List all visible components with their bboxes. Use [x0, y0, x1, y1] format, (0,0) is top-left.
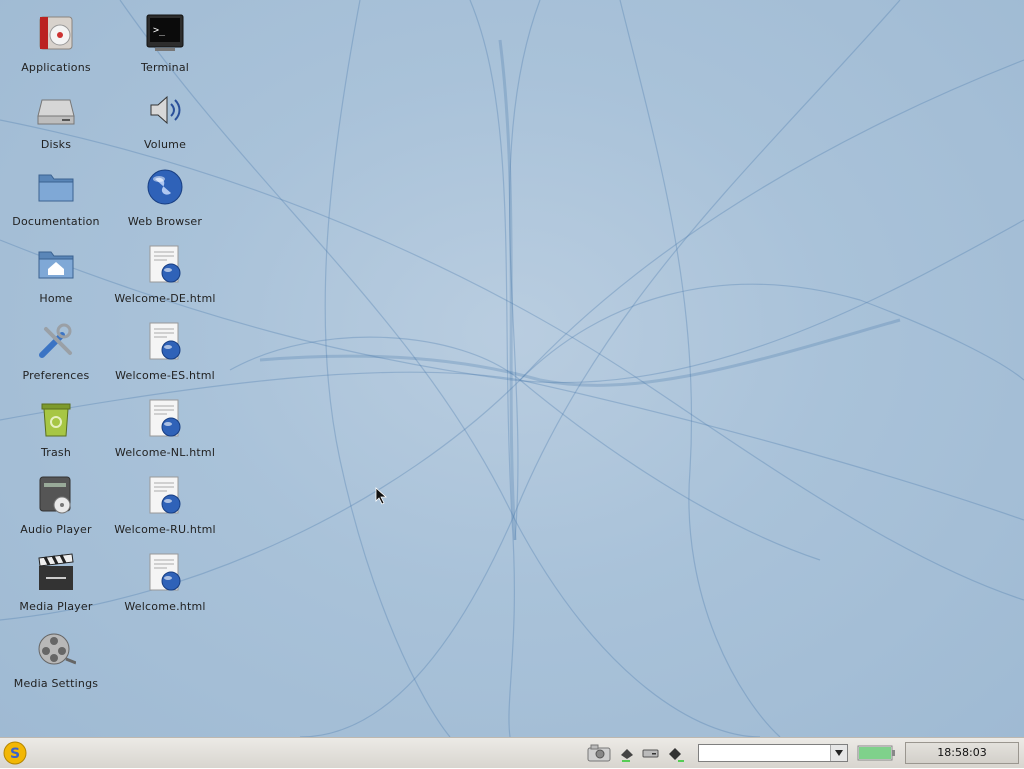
network-icon[interactable] [618, 744, 636, 762]
html-document-icon [145, 321, 185, 361]
globe-icon [145, 167, 185, 207]
applications-icon [36, 13, 76, 53]
mouse-cursor [375, 487, 387, 505]
start-menu-button[interactable]: S [3, 741, 27, 765]
desktop-icon-web-browser[interactable]: Web Browser [110, 161, 220, 233]
desktop-icon-label: Documentation [12, 215, 100, 228]
drive-icon[interactable] [642, 744, 660, 762]
html-document-icon [145, 244, 185, 284]
battery-icon[interactable] [857, 744, 897, 762]
terminal-icon: >_ [145, 13, 185, 53]
desktop-icon-applications[interactable]: Applications [1, 7, 111, 79]
chevron-down-icon[interactable] [830, 745, 847, 761]
desktop-icon-preferences[interactable]: Preferences [1, 315, 111, 387]
desktop-icon-label: Terminal [140, 61, 190, 74]
desktop-icon-label: Media Settings [13, 677, 99, 690]
desktop-icon-label: Media Player [19, 600, 93, 613]
disk-drive-icon [36, 90, 76, 130]
window-list-dropdown[interactable] [698, 744, 848, 762]
trash-icon [36, 398, 76, 438]
desktop-icon-label: Volume [143, 138, 187, 151]
desktop-icon-welcome-es[interactable]: Welcome-ES.html [110, 315, 220, 387]
desktop-icon-label: Trash [40, 446, 72, 459]
html-document-icon [145, 398, 185, 438]
desktop-icon-volume[interactable]: Volume [110, 84, 220, 156]
desktop-icon-label: Web Browser [127, 215, 203, 228]
desktop-icon-label: Welcome-NL.html [114, 446, 216, 459]
desktop-icon-terminal[interactable]: >_ Terminal [110, 7, 220, 79]
film-reel-icon [36, 629, 76, 669]
desktop-icon-label: Welcome.html [124, 600, 206, 613]
html-document-icon [145, 475, 185, 515]
desktop-icon-home[interactable]: Home [1, 238, 111, 310]
desktop-icon-label: Preferences [22, 369, 90, 382]
screenshot-camera-icon[interactable] [586, 743, 612, 763]
desktop-icon-media-settings[interactable]: Media Settings [1, 623, 111, 695]
desktop-icon-welcome-nl[interactable]: Welcome-NL.html [110, 392, 220, 464]
desktop-icon-documentation[interactable]: Documentation [1, 161, 111, 233]
desktop-icon-label: Audio Player [20, 523, 92, 536]
system-tray [616, 744, 690, 764]
desktop-icon-label: Welcome-DE.html [114, 292, 216, 305]
svg-text:S: S [10, 746, 20, 762]
taskbar: S 18:58:03 [0, 737, 1024, 768]
speaker-icon [145, 90, 185, 130]
audio-player-icon [36, 475, 76, 515]
desktop-icon-label: Applications [21, 61, 91, 74]
folder-icon [36, 167, 76, 207]
desktop[interactable]: Applications Disks Documentation Home Pr… [0, 0, 1024, 737]
desktop-icon-welcome[interactable]: Welcome.html [110, 546, 220, 618]
desktop-icon-label: Welcome-ES.html [115, 369, 215, 382]
start-logo-icon: S [3, 741, 27, 765]
clapperboard-icon [36, 552, 76, 592]
chip-icon[interactable] [666, 744, 684, 762]
svg-text:>_: >_ [153, 25, 166, 36]
desktop-icon-label: Home [39, 292, 73, 305]
desktop-icon-welcome-de[interactable]: Welcome-DE.html [110, 238, 220, 310]
desktop-icon-disks[interactable]: Disks [1, 84, 111, 156]
desktop-icon-label: Welcome-RU.html [114, 523, 216, 536]
html-document-icon [145, 552, 185, 592]
desktop-icon-audio-player[interactable]: Audio Player [1, 469, 111, 541]
preferences-tools-icon [36, 321, 76, 361]
desktop-icon-trash[interactable]: Trash [1, 392, 111, 464]
desktop-icon-welcome-ru[interactable]: Welcome-RU.html [110, 469, 220, 541]
home-folder-icon [36, 244, 76, 284]
desktop-icon-media-player[interactable]: Media Player [1, 546, 111, 618]
desktop-icon-label: Disks [40, 138, 72, 151]
clock[interactable]: 18:58:03 [905, 742, 1019, 764]
